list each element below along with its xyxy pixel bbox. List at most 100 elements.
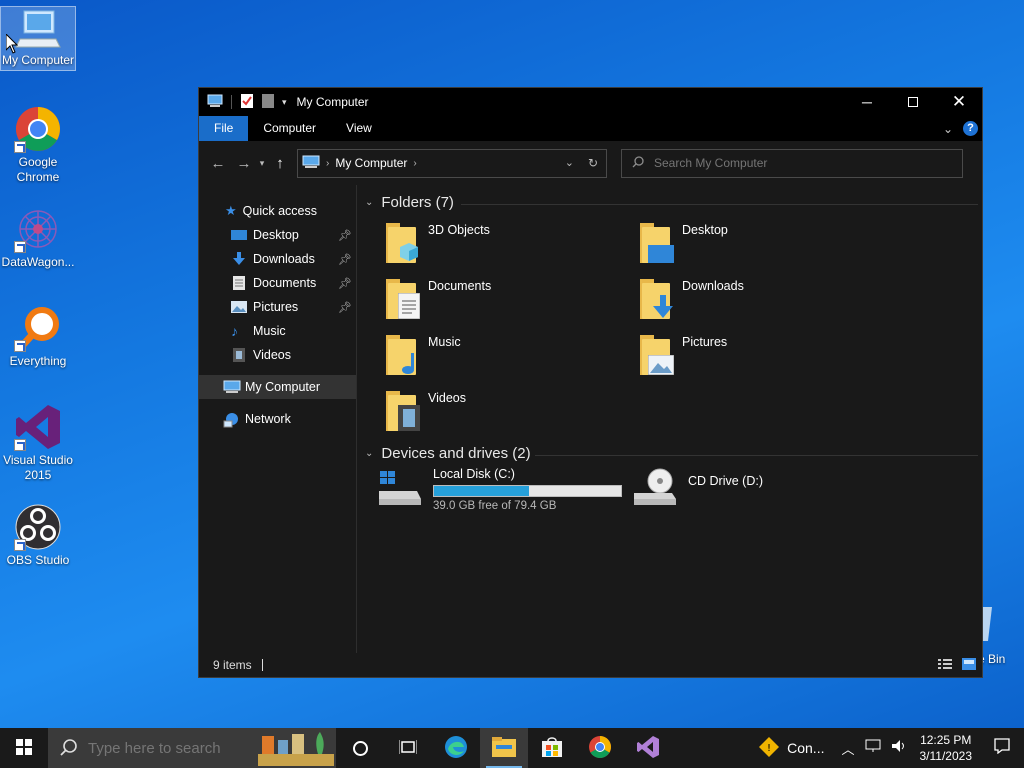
folders-group-header[interactable]: ⌄ Folders (7) xyxy=(365,194,454,211)
close-button[interactable]: ✕ xyxy=(936,88,982,116)
desktop-icon-everything[interactable]: Everything xyxy=(0,304,76,369)
warning-badge-icon: ! xyxy=(759,736,780,760)
nav-network[interactable]: Network xyxy=(199,407,356,431)
tab-computer[interactable]: Computer xyxy=(248,116,331,141)
forward-button[interactable]: → xyxy=(233,155,255,172)
group-title: Folders (7) xyxy=(381,194,454,211)
folder-pictures[interactable]: Pictures xyxy=(638,335,727,375)
folder-downloads[interactable]: Downloads xyxy=(638,279,744,319)
tray-app-con[interactable]: ! Con... xyxy=(754,736,836,760)
network-status-button[interactable] xyxy=(860,739,886,757)
drive-free-space: 39.0 GB free of 79.4 GB xyxy=(433,500,557,512)
drive-label: Local Disk (C:) xyxy=(433,467,515,481)
shortcut-arrow-icon xyxy=(14,141,26,153)
search-input[interactable] xyxy=(654,156,934,170)
ribbon-tabs: File Computer View ⌄ ? xyxy=(199,116,982,141)
taskbar-file-explorer[interactable] xyxy=(480,728,528,768)
start-button[interactable] xyxy=(0,728,48,768)
drives-group-header[interactable]: ⌄ Devices and drives (2) xyxy=(365,445,531,462)
drive-cd-d[interactable]: CD Drive (D:) xyxy=(632,467,763,507)
store-bag-icon xyxy=(541,736,563,761)
nav-quick-access[interactable]: ★ Quick access xyxy=(199,199,356,223)
large-icons-view-icon[interactable] xyxy=(962,657,976,673)
tab-file[interactable]: File xyxy=(199,116,249,141)
nav-label: Network xyxy=(245,412,291,426)
maximize-button[interactable] xyxy=(890,88,936,116)
folder-3d-objects[interactable]: 3D Objects xyxy=(384,223,490,263)
download-arrow-icon xyxy=(231,252,247,266)
clock-time: 12:25 PM xyxy=(920,733,972,747)
refresh-icon[interactable]: ↻ xyxy=(588,156,598,170)
picture-icon xyxy=(648,355,674,375)
nav-videos[interactable]: Videos xyxy=(199,343,356,367)
file-explorer-icon xyxy=(492,736,516,760)
properties-icon[interactable] xyxy=(240,93,254,112)
nav-pictures[interactable]: Pictures 📌︎ xyxy=(199,295,356,319)
folder-icon xyxy=(638,223,674,263)
details-view-icon[interactable] xyxy=(938,658,952,673)
chevron-down-icon: ⌄ xyxy=(365,197,374,208)
nav-music[interactable]: ♪ Music xyxy=(199,319,356,343)
pin-icon[interactable]: 📌︎ xyxy=(338,301,352,314)
address-bar[interactable]: › My Computer › ⌄ ↻ xyxy=(297,148,607,178)
folder-desktop[interactable]: Desktop xyxy=(638,223,728,263)
taskbar-microsoft-store[interactable] xyxy=(528,728,576,768)
clock-date: 3/11/2023 xyxy=(919,749,973,763)
breadcrumb-separator-icon[interactable]: › xyxy=(413,158,416,169)
quick-access-dropdown-icon[interactable]: ▾ xyxy=(282,97,287,108)
search-box[interactable] xyxy=(621,148,963,178)
recent-locations-icon[interactable]: ▾ xyxy=(255,158,269,169)
taskbar-chrome[interactable] xyxy=(576,728,624,768)
visual-studio-icon xyxy=(14,403,62,451)
desktop-icon-google-chrome[interactable]: Google Chrome xyxy=(0,105,76,185)
volume-button[interactable] xyxy=(886,739,912,757)
address-dropdown-icon[interactable]: ⌄ xyxy=(565,156,574,170)
desktop-icon-recycle-bin[interactable]: e Bin xyxy=(978,603,1024,666)
shortcut-arrow-icon xyxy=(14,241,26,253)
nav-downloads[interactable]: Downloads 📌︎ xyxy=(199,247,356,271)
shortcut-arrow-icon xyxy=(14,439,26,451)
up-button[interactable]: ↑ xyxy=(269,155,291,172)
help-button[interactable]: ? xyxy=(963,121,978,136)
folder-label: Documents xyxy=(428,279,492,293)
breadcrumb-separator-icon[interactable]: › xyxy=(326,158,329,169)
taskbar-search[interactable] xyxy=(48,728,336,768)
folder-documents[interactable]: Documents xyxy=(384,279,491,319)
desktop-icon-datawagon[interactable]: DataWagon... xyxy=(0,205,76,270)
nav-label: Pictures xyxy=(253,300,299,314)
network-icon xyxy=(223,412,239,428)
pin-icon[interactable]: 📌︎ xyxy=(338,229,352,242)
obs-icon xyxy=(14,503,62,551)
taskbar-search-input[interactable] xyxy=(88,739,268,757)
nav-my-computer[interactable]: My Computer xyxy=(199,375,356,399)
desktop-icon-label: e Bin xyxy=(978,652,1006,666)
desktop-icon-visual-studio[interactable]: Visual Studio 2015 xyxy=(0,403,76,483)
nav-desktop[interactable]: Desktop 📌︎ xyxy=(199,223,356,247)
show-hidden-icons-button[interactable]: ︿ xyxy=(836,739,859,758)
expand-ribbon-icon[interactable]: ⌄ xyxy=(943,122,953,136)
minimize-button[interactable]: ─ xyxy=(844,88,890,116)
drive-local-disk-c[interactable]: Local Disk (C:) 39.0 GB free of 79.4 GB xyxy=(377,467,622,512)
pin-icon[interactable]: 📌︎ xyxy=(338,253,352,266)
folder-music[interactable]: Music xyxy=(384,335,461,375)
chrome-icon xyxy=(588,735,612,762)
desktop-icon-obs-studio[interactable]: OBS Studio xyxy=(0,503,76,568)
taskbar-edge[interactable] xyxy=(432,728,480,768)
folder-videos[interactable]: Videos xyxy=(384,391,466,431)
notifications-button[interactable] xyxy=(980,738,1024,758)
chevron-down-icon: ⌄ xyxy=(365,448,374,459)
computer-icon xyxy=(207,94,223,111)
chrome-icon xyxy=(14,105,62,153)
windows-logo-icon xyxy=(16,738,32,758)
pin-icon[interactable]: 📌︎ xyxy=(338,277,352,290)
minimize-icon: ─ xyxy=(862,94,872,110)
back-button[interactable]: ← xyxy=(207,155,229,172)
nav-documents[interactable]: Documents 📌︎ xyxy=(199,271,356,295)
clock[interactable]: 12:25 PM 3/11/2023 xyxy=(912,732,981,764)
cortana-button[interactable] xyxy=(336,728,384,768)
taskbar-visual-studio[interactable] xyxy=(624,728,672,768)
task-view-button[interactable] xyxy=(384,728,432,768)
tab-view[interactable]: View xyxy=(331,116,387,141)
breadcrumb-my-computer[interactable]: My Computer xyxy=(335,156,407,170)
new-folder-icon[interactable] xyxy=(262,93,274,112)
